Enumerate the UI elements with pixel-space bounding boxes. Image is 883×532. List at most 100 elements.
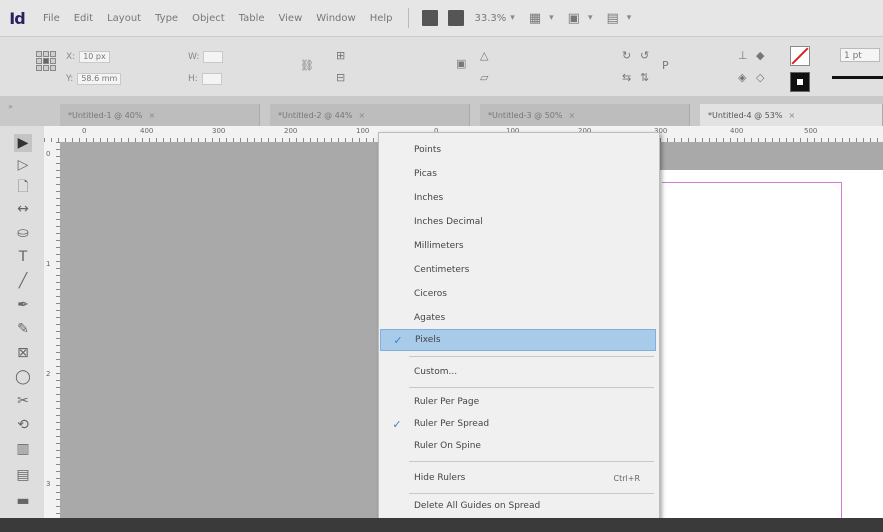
width-value[interactable] bbox=[203, 51, 224, 63]
stroke-type-sample[interactable] bbox=[832, 76, 883, 79]
menu-item-label: Inches bbox=[414, 193, 444, 203]
menu-item-label: Centimeters bbox=[414, 265, 470, 275]
menu-separator bbox=[407, 8, 409, 28]
vertical-ruler[interactable]: 0 1 2 3 bbox=[44, 142, 61, 526]
arrange-chevron-icon[interactable]: ▾ bbox=[627, 13, 632, 23]
menu-item-inches-decimal[interactable]: Inches Decimal bbox=[380, 211, 656, 233]
pencil-tool-icon[interactable]: ✎ bbox=[14, 320, 32, 338]
close-tab-icon[interactable]: × bbox=[359, 111, 366, 120]
menu-item-hide-rulers[interactable]: Hide Rulers Ctrl+R bbox=[380, 467, 656, 489]
y-label: Y: bbox=[66, 74, 74, 84]
screen-mode-chevron-icon[interactable]: ▾ bbox=[588, 13, 593, 23]
direct-selection-tool-icon[interactable]: ▷ bbox=[14, 156, 32, 174]
gradient-swatch-tool-icon[interactable]: ▥ bbox=[14, 440, 32, 458]
y-value[interactable]: 58.6 mm bbox=[77, 73, 122, 85]
line-tool-icon[interactable]: ╱ bbox=[14, 272, 32, 290]
shear-angle-icon[interactable]: ▱ bbox=[480, 71, 488, 84]
stock-icon[interactable] bbox=[447, 10, 464, 26]
height-value[interactable] bbox=[201, 73, 222, 85]
scale-y-icon[interactable]: ⊟ bbox=[336, 71, 345, 84]
menu-view[interactable]: View bbox=[272, 13, 310, 24]
document-tab-2[interactable]: *Untitled-2 @ 44% × bbox=[270, 104, 470, 126]
page-tool-icon[interactable]: 🗋 bbox=[14, 178, 32, 196]
menu-separator bbox=[409, 461, 654, 462]
menu-item-millimeters[interactable]: Millimeters bbox=[380, 235, 656, 257]
view-options-chevron-icon[interactable]: ▾ bbox=[549, 13, 554, 23]
bridge-icon[interactable] bbox=[421, 10, 438, 26]
menu-help[interactable]: Help bbox=[363, 13, 400, 24]
close-tab-icon[interactable]: × bbox=[789, 111, 796, 120]
document-tab-1[interactable]: *Untitled-1 @ 40% × bbox=[60, 104, 260, 126]
menu-item-agates[interactable]: Agates bbox=[380, 307, 656, 329]
menu-item-delete-all-guides[interactable]: Delete All Guides on Spread bbox=[380, 495, 656, 517]
rotate-90-icon[interactable]: ↻ bbox=[622, 49, 631, 62]
pen-tool-icon[interactable]: ✒ bbox=[14, 296, 32, 314]
x-position-field[interactable]: X: 10 px bbox=[66, 51, 110, 63]
reference-point-icon[interactable] bbox=[36, 51, 56, 71]
menu-object[interactable]: Object bbox=[185, 13, 232, 24]
select-previous-icon[interactable]: ◈ bbox=[738, 71, 746, 84]
menu-item-ruler-per-spread[interactable]: ✓ Ruler Per Spread bbox=[380, 413, 656, 435]
close-tab-icon[interactable]: × bbox=[569, 111, 576, 120]
menu-item-centimeters[interactable]: Centimeters bbox=[380, 259, 656, 281]
menu-separator bbox=[409, 493, 654, 494]
select-container-icon[interactable]: ⊥ bbox=[738, 49, 748, 62]
ruler-label: 0 bbox=[82, 127, 87, 135]
x-value[interactable]: 10 px bbox=[79, 51, 110, 63]
rotate-icon[interactable]: ▣ bbox=[456, 57, 466, 70]
constrain-proportions-icon[interactable]: ⛓ bbox=[300, 59, 314, 72]
flip-vertical-icon[interactable]: ⇅ bbox=[640, 71, 649, 84]
document-tab-4-active[interactable]: *Untitled-4 @ 53% × bbox=[700, 104, 883, 126]
margin-guide bbox=[662, 182, 842, 526]
rotate-ccw-icon[interactable]: ↺ bbox=[640, 49, 649, 62]
menu-file[interactable]: File bbox=[36, 13, 67, 24]
type-tool-icon[interactable]: T bbox=[14, 248, 32, 266]
content-collector-tool-icon[interactable]: ⛀ bbox=[14, 224, 32, 242]
indesign-window: Id File Edit Layout Type Object Table Vi… bbox=[0, 0, 883, 526]
menu-item-ciceros[interactable]: Ciceros bbox=[380, 283, 656, 305]
width-field[interactable]: W: bbox=[188, 51, 224, 63]
close-tab-icon[interactable]: × bbox=[149, 111, 156, 120]
stroke-swatch-icon[interactable] bbox=[790, 46, 810, 66]
collapse-panels-icon[interactable]: » bbox=[8, 102, 13, 111]
gap-tool-icon[interactable]: ↔ bbox=[14, 200, 32, 218]
rotation-angle-icon[interactable]: △ bbox=[480, 49, 488, 62]
menu-type[interactable]: Type bbox=[148, 13, 185, 24]
y-position-field[interactable]: Y: 58.6 mm bbox=[66, 73, 122, 85]
ruler-label: 0 bbox=[46, 150, 51, 158]
scissors-tool-icon[interactable]: ✂ bbox=[14, 392, 32, 410]
menu-item-label: Custom... bbox=[414, 367, 458, 377]
zoom-chevron-icon[interactable]: ▾ bbox=[510, 13, 515, 23]
stroke-weight-field[interactable]: 1 pt bbox=[840, 48, 880, 62]
menu-item-picas[interactable]: Picas bbox=[380, 163, 656, 185]
rectangle-frame-tool-icon[interactable]: ⊠ bbox=[14, 344, 32, 362]
menu-item-ruler-per-page[interactable]: Ruler Per Page bbox=[380, 391, 656, 413]
eyedropper-tool-icon[interactable]: ▬ bbox=[14, 492, 32, 510]
menu-item-points[interactable]: Points bbox=[380, 139, 656, 161]
free-transform-tool-icon[interactable]: ⟲ bbox=[14, 416, 32, 434]
menu-item-custom[interactable]: Custom... bbox=[380, 361, 656, 383]
menu-edit[interactable]: Edit bbox=[67, 13, 100, 24]
scale-x-icon[interactable]: ⊞ bbox=[336, 49, 345, 62]
menu-item-inches[interactable]: Inches bbox=[380, 187, 656, 209]
select-content-icon[interactable]: ◆ bbox=[756, 49, 764, 62]
zoom-level[interactable]: 33.3% bbox=[475, 13, 507, 24]
menu-layout[interactable]: Layout bbox=[100, 13, 148, 24]
height-field[interactable]: H: bbox=[188, 73, 222, 85]
note-tool-icon[interactable]: ▤ bbox=[14, 466, 32, 484]
document-tab-3[interactable]: *Untitled-3 @ 50% × bbox=[480, 104, 690, 126]
menu-table[interactable]: Table bbox=[232, 13, 272, 24]
menu-item-label: Picas bbox=[414, 169, 437, 179]
menu-item-ruler-on-spine[interactable]: Ruler On Spine bbox=[380, 435, 656, 457]
view-options-icon[interactable]: ▦ bbox=[529, 11, 541, 26]
select-next-icon[interactable]: ◇ bbox=[756, 71, 764, 84]
flip-horizontal-icon[interactable]: ⇆ bbox=[622, 71, 631, 84]
arrange-documents-icon[interactable]: ▤ bbox=[606, 11, 618, 26]
menu-item-pixels[interactable]: ✓ Pixels bbox=[380, 329, 656, 351]
selection-tool-icon[interactable]: ▶ bbox=[14, 134, 32, 152]
menu-window[interactable]: Window bbox=[309, 13, 362, 24]
ellipse-tool-icon[interactable]: ◯ bbox=[14, 368, 32, 386]
fill-swatch-icon[interactable] bbox=[790, 72, 810, 92]
screen-mode-icon[interactable]: ▣ bbox=[568, 11, 580, 26]
main-menu: File Edit Layout Type Object Table View … bbox=[36, 13, 400, 24]
